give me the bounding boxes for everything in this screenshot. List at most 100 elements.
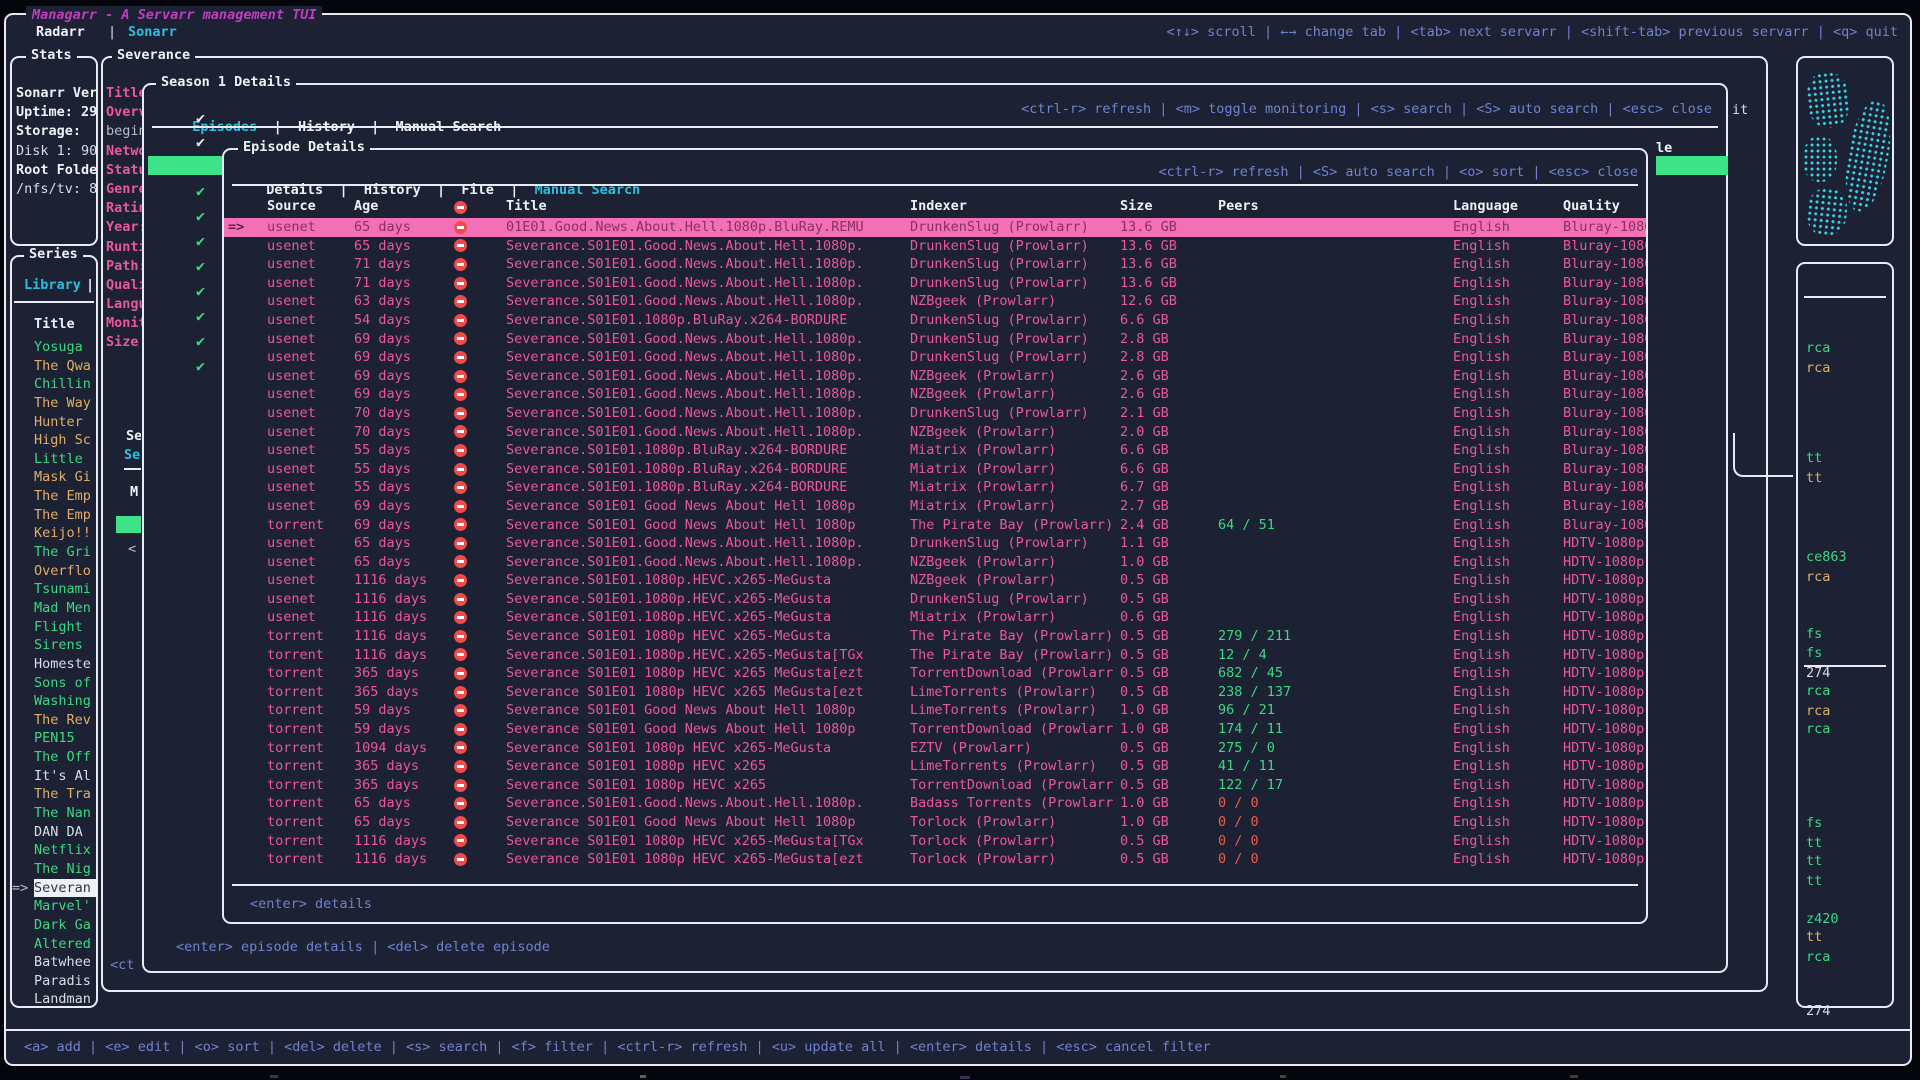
cell-size: 0.5 GB — [1116, 571, 1214, 590]
search-result-row[interactable]: usenet 71 days Severance.S01E01.Good.New… — [224, 274, 1646, 293]
search-result-row[interactable]: torrent 365 days Severance S01E01 1080p … — [224, 683, 1646, 702]
cell-age: 69 days — [349, 385, 444, 404]
rejected-icon — [454, 723, 467, 736]
series-list-item[interactable]: Mad Men — [12, 599, 98, 618]
series-list-item[interactable]: The Tra — [12, 785, 98, 804]
search-result-row[interactable]: usenet 1116 days Severance.S01E01.1080p.… — [224, 571, 1646, 590]
seasons-header-fragment: M — [130, 483, 138, 501]
search-result-row[interactable]: torrent 1094 days Severance S01E01 1080p… — [224, 739, 1646, 758]
series-list-item[interactable]: Netflix — [12, 841, 98, 860]
series-list-item[interactable]: The Way — [12, 394, 98, 413]
detail-field-label: Statu — [106, 161, 143, 180]
selection-marker — [12, 897, 34, 916]
search-result-row[interactable]: torrent 65 days Severance S01E01 Good Ne… — [224, 813, 1646, 832]
search-result-row[interactable]: => usenet 65 days 01E01.Good.News.About.… — [224, 218, 1646, 237]
series-list-item[interactable]: Tsunami — [12, 580, 98, 599]
selected-episode-row[interactable]: => ✔ — [148, 156, 226, 175]
selection-marker — [224, 423, 262, 442]
search-result-row[interactable]: usenet 63 days Severance.S01E01.Good.New… — [224, 292, 1646, 311]
series-list-item[interactable]: High Sc — [12, 431, 98, 450]
search-result-row[interactable]: usenet 69 days Severance.S01E01.Good.New… — [224, 367, 1646, 386]
search-result-row[interactable]: torrent 1116 days Severance.S01E01.1080p… — [224, 646, 1646, 665]
cell-age: 59 days — [349, 701, 444, 720]
series-list-item[interactable]: The Nig — [12, 860, 98, 879]
search-result-row[interactable]: usenet 1116 days Severance.S01E01.1080p.… — [224, 590, 1646, 609]
cell-indexer: DrunkenSlug (Prowlarr) — [906, 274, 1116, 293]
series-list-item[interactable]: Homeste — [12, 655, 98, 674]
search-result-row[interactable]: usenet 55 days Severance.S01E01.1080p.Bl… — [224, 478, 1646, 497]
search-result-row[interactable]: usenet 55 days Severance.S01E01.1080p.Bl… — [224, 460, 1646, 479]
search-result-row[interactable]: torrent 1116 days Severance S01E01 1080p… — [224, 832, 1646, 851]
series-list-item[interactable]: Altered — [12, 935, 98, 954]
stats-line: Disk 1: 90 — [16, 142, 96, 161]
series-list-item[interactable]: The Emp — [12, 487, 98, 506]
search-result-row[interactable]: usenet 1116 days Severance.S01E01.1080p.… — [224, 608, 1646, 627]
series-list-item[interactable]: DAN DA — [12, 823, 98, 842]
search-result-row[interactable]: usenet 69 days Severance S01E01 Good New… — [224, 497, 1646, 516]
search-result-row[interactable]: usenet 65 days Severance.S01E01.Good.New… — [224, 553, 1646, 572]
selection-marker — [224, 311, 262, 330]
tab-radarr[interactable]: Radarr — [36, 23, 85, 41]
search-result-row[interactable]: usenet 71 days Severance.S01E01.Good.New… — [224, 255, 1646, 274]
search-result-row[interactable]: usenet 70 days Severance.S01E01.Good.New… — [224, 404, 1646, 423]
search-result-row[interactable]: torrent 69 days Severance S01E01 Good Ne… — [224, 516, 1646, 535]
series-list-item[interactable]: The Rev — [12, 711, 98, 730]
search-result-row[interactable]: torrent 1116 days Severance S01E01 1080p… — [224, 627, 1646, 646]
series-list-item[interactable]: Sons of — [12, 674, 98, 693]
col-quality: Quality — [1559, 196, 1646, 218]
tab-sonarr[interactable]: Sonarr — [128, 23, 177, 41]
series-list-item[interactable]: The Emp — [12, 506, 98, 525]
series-list-item[interactable]: Batwhee — [12, 953, 98, 972]
cell-language: English — [1448, 441, 1559, 460]
series-list-item[interactable]: It's Al — [12, 767, 98, 786]
search-result-row[interactable]: usenet 69 days Severance.S01E01.Good.New… — [224, 348, 1646, 367]
search-result-row[interactable]: usenet 69 days Severance.S01E01.Good.New… — [224, 385, 1646, 404]
search-result-row[interactable]: usenet 54 days Severance.S01E01.1080p.Bl… — [224, 311, 1646, 330]
search-result-row[interactable]: torrent 59 days Severance S01E01 Good Ne… — [224, 701, 1646, 720]
search-result-row[interactable]: usenet 70 days Severance.S01E01.Good.New… — [224, 423, 1646, 442]
selection-marker — [224, 683, 262, 702]
series-list-item[interactable]: Little — [12, 450, 98, 469]
series-list-item[interactable]: Dark Ga — [12, 916, 98, 935]
series-list-item[interactable]: Mask Gi — [12, 468, 98, 487]
series-list-item[interactable]: Flight — [12, 618, 98, 637]
series-list-item[interactable]: Overflo — [12, 562, 98, 581]
search-result-row[interactable]: usenet 69 days Severance.S01E01.Good.New… — [224, 330, 1646, 349]
seasons-selected-row-fragment[interactable]: => — [116, 516, 141, 533]
seasons-panel-title-fragment: Se — [126, 427, 141, 445]
series-list-item[interactable]: The Off — [12, 748, 98, 767]
search-result-row[interactable]: torrent 1116 days Severance S01E01 1080p… — [224, 850, 1646, 869]
tab-library[interactable]: Library — [24, 276, 81, 294]
cell-indexer: NZBgeek (Prowlarr) — [906, 385, 1116, 404]
search-result-row[interactable]: torrent 365 days Severance S01E01 1080p … — [224, 664, 1646, 683]
popup-footer-hints: <enter> details — [250, 895, 372, 913]
series-list-item[interactable]: Landman — [12, 990, 98, 1009]
series-list-item[interactable]: The Qwa — [12, 357, 98, 376]
monitored-check-icon: ✔ — [196, 208, 205, 225]
series-list-item[interactable]: Paradis — [12, 972, 98, 991]
search-result-row[interactable]: usenet 55 days Severance.S01E01.1080p.Bl… — [224, 441, 1646, 460]
series-list-item[interactable]: Washing — [12, 692, 98, 711]
series-list-item[interactable]: Sirens — [12, 636, 98, 655]
search-result-row[interactable]: torrent 65 days Severance.S01E01.Good.Ne… — [224, 794, 1646, 813]
search-result-row[interactable]: usenet 65 days Severance.S01E01.Good.New… — [224, 534, 1646, 553]
search-result-row[interactable]: usenet 65 days Severance.S01E01.Good.New… — [224, 237, 1646, 256]
cell-title: Severance.S01E01.Good.News.About.Hell.10… — [502, 794, 906, 813]
cell-peers — [1214, 608, 1448, 627]
selection-marker — [224, 553, 262, 572]
series-list-item[interactable]: Yosuga — [12, 338, 98, 357]
search-result-row[interactable]: torrent 365 days Severance S01E01 1080p … — [224, 757, 1646, 776]
series-list-item[interactable]: Keijo!! — [12, 524, 98, 543]
series-list-item[interactable]: Hunter — [12, 413, 98, 432]
series-list-item[interactable]: The Nan — [12, 804, 98, 823]
desktop-speck — [270, 1075, 278, 1078]
selection-marker — [12, 562, 34, 581]
series-list-item[interactable]: Chillin — [12, 375, 98, 394]
monitored-check-icon: ✔ — [196, 358, 205, 375]
series-list-item[interactable]: => Severan — [12, 879, 98, 898]
series-list-item[interactable]: Marvel' — [12, 897, 98, 916]
series-list-item[interactable]: PEN15 — [12, 729, 98, 748]
series-list-item[interactable]: The Gri — [12, 543, 98, 562]
search-result-row[interactable]: torrent 365 days Severance S01E01 1080p … — [224, 776, 1646, 795]
search-result-row[interactable]: torrent 59 days Severance S01E01 Good Ne… — [224, 720, 1646, 739]
